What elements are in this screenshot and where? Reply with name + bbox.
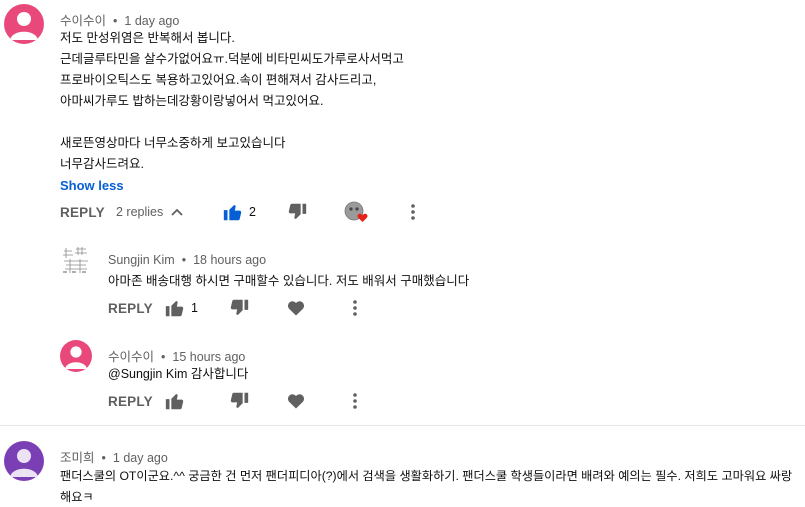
more-actions-button[interactable] — [403, 200, 423, 224]
comment-line: 저도 만성위염은 반복해서 봅니다. — [60, 31, 235, 45]
comment-line: 아마씨가루도 밥하는데강황이랑넣어서 먹고있어요. — [60, 94, 324, 108]
heart-icon — [287, 301, 305, 316]
more-actions-button[interactable] — [345, 389, 365, 413]
thumbs-down-icon — [288, 203, 307, 219]
dislike-button[interactable] — [228, 296, 250, 320]
comment-text: 저도 만성위염은 반복해서 봅니다. 근데글루타민을 살수가없어요ㅠ.덕분에 비… — [60, 28, 404, 175]
comment-line: 팬더스쿨의 OT이군요.^^ 궁금한 건 먼저 팬더피디아(?)에서 검색을 생… — [60, 469, 793, 483]
user-avatar-icon — [60, 340, 92, 372]
like-count: 2 — [249, 205, 256, 219]
reply-author[interactable]: Sungjin Kim — [108, 253, 175, 267]
more-actions-button[interactable] — [345, 296, 365, 320]
replies-toggle[interactable]: 2 replies — [116, 200, 183, 224]
thumbs-up-icon — [165, 301, 184, 317]
reply-author[interactable]: 수이수이 — [108, 350, 154, 364]
user-avatar-icon — [4, 441, 44, 481]
vertical-dots-icon — [353, 393, 357, 409]
comment-timestamp[interactable]: 1 day ago — [113, 451, 168, 465]
reply-timestamp[interactable]: 15 hours ago — [172, 350, 245, 364]
vertical-dots-icon — [411, 204, 415, 220]
comment-header: 수이수이 • 1 day ago — [60, 10, 179, 29]
user-avatar-icon — [4, 4, 44, 44]
thumbs-down-icon — [230, 392, 249, 408]
like-count: 1 — [191, 301, 198, 315]
comment-header: 조미희 • 1 day ago — [60, 447, 168, 466]
replies-count-label: 2 replies — [116, 205, 164, 219]
comment-line: 새로뜬영상마다 너무소중하게 보고있습니다 — [60, 136, 286, 150]
reply-timestamp[interactable]: 18 hours ago — [193, 253, 266, 267]
comment-line: 해요ㅋ — [60, 490, 94, 504]
thumbs-up-icon — [165, 394, 184, 410]
user-avatar-icon — [60, 243, 92, 275]
separator-dot: • — [101, 451, 106, 465]
avatar[interactable] — [4, 441, 44, 481]
chevron-up-icon — [171, 208, 183, 216]
heart-button[interactable] — [286, 296, 306, 320]
comment-author[interactable]: 수이수이 — [60, 14, 106, 28]
avatar[interactable] — [60, 340, 92, 372]
reply-header: 수이수이 • 15 hours ago — [108, 346, 245, 365]
comment-line: 프로바이오틱스도 복용하고있어요.속이 편해져서 감사드리고, — [60, 73, 377, 87]
comment-text: 팬더스쿨의 OT이군요.^^ 궁금한 건 먼저 팬더피디아(?)에서 검색을 생… — [60, 466, 792, 507]
reply-text: @Sungjin Kim 감사합니다 — [108, 367, 249, 381]
show-less-link[interactable]: Show less — [60, 178, 124, 193]
like-button[interactable] — [164, 296, 186, 320]
thumbs-down-icon — [230, 299, 249, 315]
creator-heart-icon — [344, 201, 368, 222]
reply-button[interactable]: REPLY — [60, 200, 105, 224]
reply-text: 아마존 배송대행 하시면 구매할수 있습니다. 저도 배워서 구매했습니다 — [108, 274, 470, 288]
vertical-dots-icon — [353, 300, 357, 316]
separator-dot: • — [161, 350, 166, 364]
thumbs-up-icon — [223, 205, 242, 221]
reply-header: Sungjin Kim • 18 hours ago — [108, 253, 266, 267]
reply-actions: REPLY 1 — [108, 296, 378, 320]
like-button[interactable] — [164, 389, 186, 413]
heart-button[interactable] — [286, 389, 306, 413]
like-button[interactable] — [222, 200, 244, 224]
comment-line: 너무감사드려요. — [60, 157, 144, 171]
separator-dot: • — [181, 253, 187, 267]
heart-icon — [287, 394, 305, 409]
dislike-button[interactable] — [228, 389, 250, 413]
avatar[interactable] — [60, 243, 92, 275]
reply-button[interactable]: REPLY — [108, 296, 153, 320]
creator-heart-badge — [344, 200, 370, 224]
comment-divider — [0, 425, 805, 426]
comment-actions: REPLY 2 replies 2 — [60, 200, 440, 224]
reply-button[interactable]: REPLY — [108, 389, 153, 413]
dislike-button[interactable] — [286, 200, 308, 224]
comment-timestamp[interactable]: 1 day ago — [124, 14, 179, 28]
comment-author[interactable]: 조미희 — [60, 451, 95, 465]
separator-dot: • — [113, 14, 118, 28]
comment-line: 근데글루타민을 살수가없어요ㅠ.덕분에 비타민씨도가루로사서먹고 — [60, 52, 404, 66]
reply-actions: REPLY — [108, 389, 378, 413]
avatar[interactable] — [4, 4, 44, 44]
comment-line — [60, 112, 404, 133]
